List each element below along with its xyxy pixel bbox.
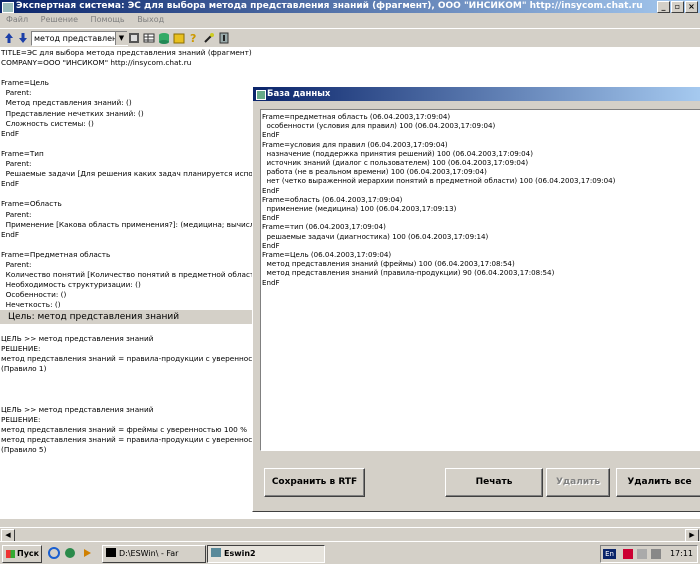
clock: 17:11 bbox=[669, 549, 693, 558]
media-icon[interactable] bbox=[63, 546, 77, 560]
network-icon[interactable] bbox=[651, 549, 661, 559]
window-title: Экспертная система: ЭС для выбора метода… bbox=[16, 1, 643, 11]
horizontal-scrollbar[interactable]: ◀ ▶ bbox=[0, 527, 700, 542]
dialog-title: База данных bbox=[267, 89, 331, 99]
app-icon bbox=[2, 2, 14, 13]
save-rtf-button[interactable]: Сохранить в RTF bbox=[264, 468, 365, 497]
svg-text:?: ? bbox=[190, 32, 196, 45]
task-far[interactable]: D:\ESWin\ - Far bbox=[102, 545, 206, 563]
start-label: Пуск bbox=[17, 549, 40, 558]
menu-solve[interactable]: Решение bbox=[41, 15, 78, 24]
database-icon[interactable] bbox=[157, 31, 171, 45]
delete-button[interactable]: Удалить bbox=[546, 468, 610, 497]
down-arrow-icon[interactable] bbox=[16, 31, 30, 45]
close-button[interactable]: × bbox=[685, 1, 698, 13]
task-eswin2[interactable]: Eswin2 bbox=[207, 545, 325, 563]
database-icon bbox=[256, 90, 266, 100]
goal-select-value: метод представления з bbox=[34, 34, 128, 43]
menu-bar: Файл Решение Помощь Выход bbox=[0, 13, 700, 27]
chevron-down-icon[interactable]: ▼ bbox=[115, 32, 127, 45]
volume-icon[interactable] bbox=[637, 549, 647, 559]
tool-icon[interactable] bbox=[202, 31, 216, 45]
start-button[interactable]: Пуск bbox=[2, 545, 42, 563]
grid-icon[interactable] bbox=[142, 31, 156, 45]
tray-app-icon[interactable] bbox=[623, 549, 633, 559]
play-icon[interactable] bbox=[80, 546, 94, 560]
goal-select[interactable]: метод представления з ▼ bbox=[31, 31, 128, 46]
terminal-icon bbox=[106, 548, 116, 557]
goal-label: Цель: метод представления знаний bbox=[0, 309, 260, 325]
eswin-icon bbox=[211, 548, 221, 557]
database-listing[interactable]: Frame=предметная область (06.04.2003,17:… bbox=[260, 109, 700, 451]
run-icon[interactable] bbox=[127, 31, 141, 45]
help-icon[interactable]: ? bbox=[187, 31, 201, 45]
toolbar: метод представления з ▼ ? bbox=[0, 28, 700, 48]
windows-logo-icon bbox=[6, 550, 15, 558]
folder-icon[interactable] bbox=[172, 31, 186, 45]
task-eswin2-label: Eswin2 bbox=[224, 549, 256, 558]
up-arrow-icon[interactable] bbox=[2, 31, 16, 45]
menu-file[interactable]: Файл bbox=[6, 15, 28, 24]
language-indicator[interactable]: En bbox=[603, 549, 616, 559]
maximize-button[interactable]: ▫ bbox=[671, 1, 684, 13]
window-titlebar[interactable]: Экспертная система: ЭС для выбора метода… bbox=[0, 0, 700, 13]
menu-help[interactable]: Помощь bbox=[91, 15, 125, 24]
delete-all-button[interactable]: Удалить все bbox=[616, 468, 700, 497]
exit-icon[interactable] bbox=[217, 31, 231, 45]
system-tray: En 17:11 bbox=[600, 545, 698, 563]
menu-exit[interactable]: Выход bbox=[137, 15, 164, 24]
ie-icon[interactable] bbox=[47, 546, 61, 560]
print-button[interactable]: Печать bbox=[445, 468, 543, 497]
dialog-titlebar[interactable]: База данных bbox=[253, 87, 700, 101]
database-dialog: База данных Frame=предметная область (06… bbox=[252, 86, 700, 512]
database-text: Frame=предметная область (06.04.2003,17:… bbox=[262, 112, 616, 287]
taskbar: Пуск D:\ESWin\ - Far Eswin2 En 17:11 bbox=[0, 541, 700, 564]
minimize-button[interactable]: _ bbox=[657, 1, 670, 13]
task-far-label: D:\ESWin\ - Far bbox=[119, 549, 179, 558]
